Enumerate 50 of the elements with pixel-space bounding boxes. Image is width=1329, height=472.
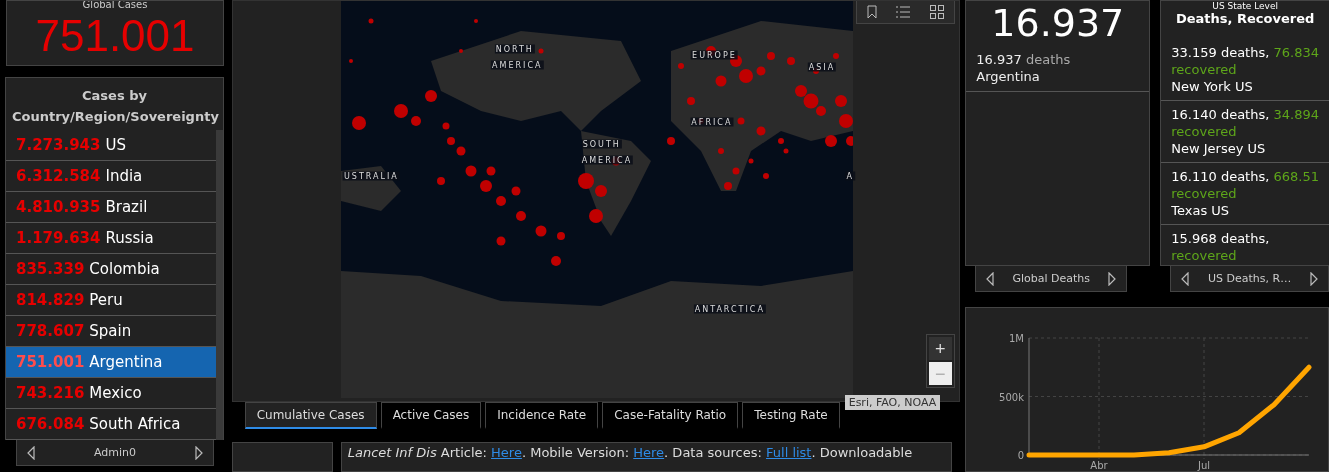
right-triangle-icon[interactable] <box>195 445 203 460</box>
y-tick-label: 0 <box>1017 450 1025 461</box>
map-label: ANTARCTICA <box>693 304 766 314</box>
panel-title: Cases by Country/Region/Sovereignty <box>11 87 220 126</box>
card-title: Global Cases <box>82 1 148 10</box>
tab[interactable]: Cumulative Cases <box>244 402 377 429</box>
left-triangle-icon[interactable] <box>1181 271 1190 286</box>
world-map-drawing[interactable] <box>340 1 853 398</box>
zoom-in-button[interactable]: + <box>928 337 952 360</box>
global-deaths-count: 16.937 <box>990 1 1126 45</box>
map-label: USTRALIA <box>343 171 400 181</box>
link[interactable]: Here <box>491 445 522 460</box>
map-label: SOUTH <box>581 139 622 149</box>
panel-subtitle: US State Level <box>1211 1 1279 11</box>
x-tick-label: Jul <box>1198 460 1211 471</box>
left-triangle-icon[interactable] <box>986 271 995 286</box>
right-triangle-icon[interactable] <box>1108 271 1117 286</box>
tab[interactable]: Testing Rate <box>742 402 840 429</box>
map-attribution: Esri, FAO, NOAA <box>844 395 941 410</box>
map-label: A <box>845 171 855 181</box>
footer-label: US Deaths, R… <box>1208 272 1292 285</box>
footer-label: Admin0 <box>93 446 137 459</box>
tab[interactable]: Active Cases <box>380 402 482 429</box>
country-row[interactable]: 751.001 Argentina <box>6 347 216 378</box>
map-label: AMERICA <box>491 60 544 69</box>
x-tick-label: Abr <box>1090 460 1108 471</box>
tab[interactable]: Incidence Rate <box>485 402 599 429</box>
list-icon[interactable] <box>896 5 911 19</box>
right-triangle-icon[interactable] <box>1310 271 1318 286</box>
map-label: NORTH <box>494 44 535 54</box>
global-cases-count: 751.001 <box>35 10 195 62</box>
link[interactable]: Full list <box>766 445 812 460</box>
state-entry: 16.140 deaths, 34.894 recovered New Jersey US <box>1161 101 1329 163</box>
panel-title: Deaths, Recovered <box>1174 11 1316 26</box>
map-label: AMERICA <box>580 155 634 165</box>
link[interactable]: Here <box>633 445 665 460</box>
map-label: ASIA <box>807 62 837 71</box>
bookmark-icon[interactable] <box>866 5 877 19</box>
deaths-entry: 16.937 deaths Argentina <box>966 45 1150 92</box>
y-tick-label: 500k <box>999 391 1025 403</box>
tab[interactable]: Case-Fatality Ratio <box>602 402 739 429</box>
y-tick-label: 1M <box>1009 333 1025 344</box>
state-entry: 16.110 deaths, 668.51 recovered Texas US <box>1161 163 1329 225</box>
grid-icon[interactable] <box>929 5 944 19</box>
map-label: AFRICA <box>690 117 734 127</box>
info-text: Lancet Inf Dis Article: Here. Mobile Version: Here. Data sources: Full list. Downloadable <box>340 442 953 472</box>
footer-label: Global Deaths <box>1012 272 1091 285</box>
left-triangle-icon[interactable] <box>27 445 35 460</box>
map-label: EUROPE <box>691 50 738 60</box>
state-entry: 33.159 deaths, 76.834 recovered New York US <box>1161 39 1329 101</box>
